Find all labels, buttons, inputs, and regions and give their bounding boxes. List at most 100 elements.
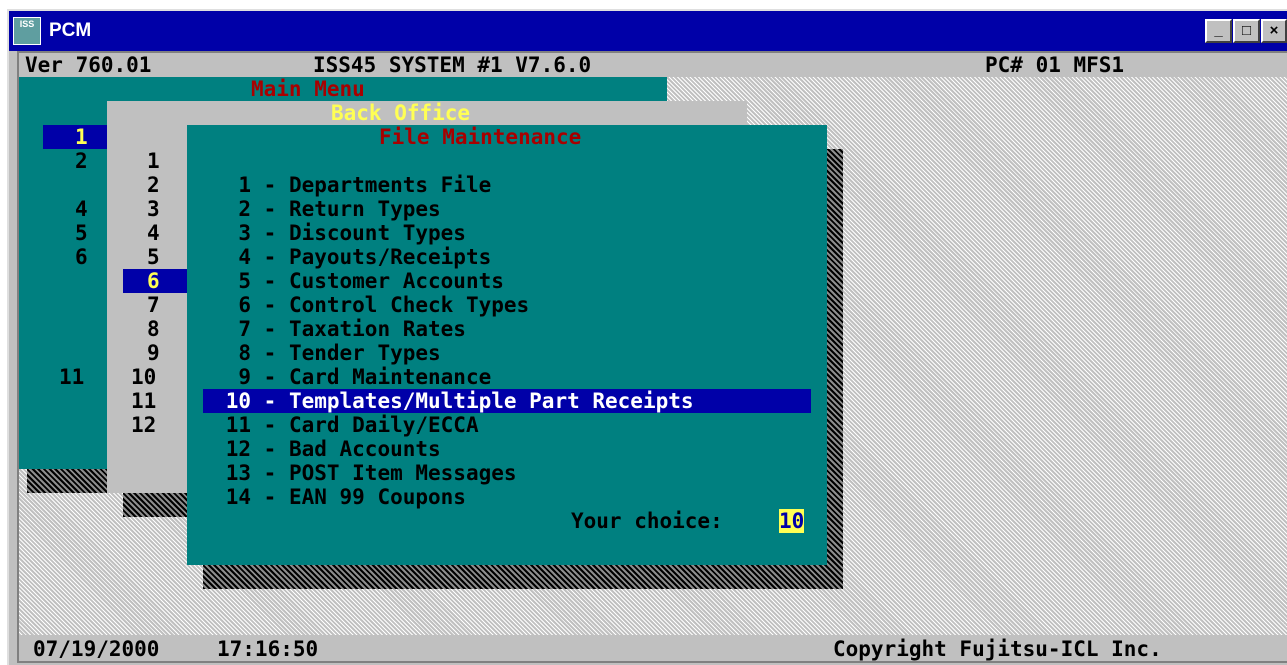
back-office-item-11[interactable]: 11 bbox=[131, 389, 156, 413]
main-menu-shadow bbox=[27, 469, 117, 493]
menu-item-number: 4 bbox=[238, 245, 251, 269]
file-maintenance-title: File Maintenance bbox=[379, 125, 582, 149]
file-maintenance-item[interactable]: 8 - Tender Types bbox=[203, 341, 441, 365]
title-bar[interactable]: ISS PCM _ □ × bbox=[9, 11, 1287, 51]
status-bar-bottom: 07/19/2000 17:16:50 Copyright Fujitsu-IC… bbox=[19, 635, 1287, 661]
version-text: Ver 760.01 bbox=[25, 53, 152, 77]
menu-item-number: 5 bbox=[238, 269, 251, 293]
menu-item-number: 8 bbox=[238, 341, 251, 365]
menu-item-number: 1 bbox=[238, 173, 251, 197]
menu-item-number: 2 bbox=[238, 197, 251, 221]
terminal-screen[interactable]: Ver 760.01 ISS45 SYSTEM #1 V7.6.0 PC# 01… bbox=[17, 51, 1287, 663]
window-title: PCM bbox=[49, 20, 92, 41]
menu-item-number: 13 bbox=[225, 461, 251, 485]
file-maintenance-item[interactable]: 13 - POST Item Messages bbox=[203, 461, 517, 485]
choice-input[interactable]: 10 bbox=[779, 509, 805, 533]
menu-item-separator: - bbox=[251, 317, 289, 341]
back-office-item-9[interactable]: 9 bbox=[147, 341, 160, 365]
date-text: 07/19/2000 bbox=[33, 637, 160, 661]
system-text: ISS45 SYSTEM #1 V7.6.0 bbox=[313, 53, 592, 77]
back-office-item-6[interactable]: 6 bbox=[123, 269, 187, 293]
minimize-button[interactable]: _ bbox=[1205, 19, 1232, 43]
menu-item-separator: - bbox=[251, 389, 289, 413]
menu-item-number: 12 bbox=[225, 437, 251, 461]
menu-item-separator: - bbox=[251, 365, 289, 389]
time-text: 17:16:50 bbox=[217, 637, 319, 661]
menu-item-label: Control Check Types bbox=[288, 293, 530, 317]
file-maintenance-item[interactable]: 4 - Payouts/Receipts bbox=[203, 245, 491, 269]
menu-item-separator: - bbox=[251, 269, 289, 293]
back-office-item-1[interactable]: 1 bbox=[147, 149, 160, 173]
pcm-app-icon[interactable]: ISS bbox=[13, 17, 41, 45]
menu-item-number: 3 bbox=[238, 221, 251, 245]
copyright-text: Copyright Fujitsu-ICL Inc. bbox=[833, 637, 1162, 661]
status-bar-top: Ver 760.01 ISS45 SYSTEM #1 V7.6.0 PC# 01… bbox=[19, 53, 1287, 77]
menu-item-separator: - bbox=[251, 293, 289, 317]
maximize-button[interactable]: □ bbox=[1233, 19, 1260, 43]
menu-item-number: 10 bbox=[225, 389, 251, 413]
menu-item-label: Card Daily/ECCA bbox=[288, 413, 479, 437]
menu-item-label: Bad Accounts bbox=[288, 437, 441, 461]
back-office-item-5[interactable]: 5 bbox=[147, 245, 160, 269]
menu-item-number: 11 bbox=[225, 413, 251, 437]
menu-item-separator: - bbox=[251, 461, 289, 485]
maximize-icon: □ bbox=[1241, 22, 1252, 39]
menu-item-separator: - bbox=[251, 413, 289, 437]
menu-item-label: Payouts/Receipts bbox=[288, 245, 492, 269]
menu-item-label: Card Maintenance bbox=[288, 365, 492, 389]
file-maintenance-item[interactable]: 11 - Card Daily/ECCA bbox=[203, 413, 479, 437]
back-office-item-3[interactable]: 3 bbox=[147, 197, 160, 221]
file-maintenance-item[interactable]: 7 - Taxation Rates bbox=[203, 317, 466, 341]
back-office-item-12[interactable]: 12 bbox=[131, 413, 156, 437]
file-maintenance-item[interactable]: 5 - Customer Accounts bbox=[203, 269, 504, 293]
minimize-icon: _ bbox=[1214, 22, 1223, 39]
main-menu-item-6[interactable]: 6 bbox=[75, 245, 88, 269]
menu-item-label: Return Types bbox=[288, 197, 441, 221]
file-maintenance-item[interactable]: 1 - Departments File bbox=[203, 173, 491, 197]
close-button[interactable]: × bbox=[1261, 19, 1287, 43]
file-maintenance-item[interactable]: 14 - EAN 99 Coupons bbox=[203, 485, 466, 509]
menu-item-separator: - bbox=[251, 485, 289, 509]
back-office-item-7[interactable]: 7 bbox=[147, 293, 160, 317]
menu-item-separator: - bbox=[251, 437, 289, 461]
back-office-item-2[interactable]: 2 bbox=[147, 173, 160, 197]
menu-item-label: POST Item Messages bbox=[288, 461, 517, 485]
main-menu-title: Main Menu bbox=[251, 77, 365, 101]
menu-item-number: 9 bbox=[238, 365, 251, 389]
menu-item-number: 6 bbox=[238, 293, 251, 317]
main-menu-item-11[interactable]: 11 bbox=[59, 365, 84, 389]
file-maintenance-item[interactable]: 3 - Discount Types bbox=[203, 221, 466, 245]
menu-item-separator: - bbox=[251, 221, 289, 245]
your-choice-label: Your choice: bbox=[571, 509, 723, 533]
close-icon: × bbox=[1269, 22, 1279, 39]
pc-text: PC# 01 MFS1 bbox=[985, 53, 1125, 77]
menu-item-label: Departments File bbox=[288, 173, 492, 197]
file-maintenance-item[interactable]: 10 - Templates/Multiple Part Receipts bbox=[203, 389, 811, 413]
back-office-item-4[interactable]: 4 bbox=[147, 221, 160, 245]
file-maintenance-item[interactable]: 2 - Return Types bbox=[203, 197, 441, 221]
menu-item-number: 7 bbox=[238, 317, 251, 341]
back-office-item-8[interactable]: 8 bbox=[147, 317, 160, 341]
menu-item-separator: - bbox=[251, 197, 289, 221]
menu-item-label: EAN 99 Coupons bbox=[288, 485, 466, 509]
menu-item-label: Taxation Rates bbox=[288, 317, 466, 341]
menu-item-label: Tender Types bbox=[288, 341, 441, 365]
file-maintenance-item[interactable]: 12 - Bad Accounts bbox=[203, 437, 441, 461]
menu-item-label: Templates/Multiple Part Receipts bbox=[288, 389, 694, 413]
main-menu-item-2[interactable]: 2 bbox=[75, 149, 88, 173]
back-office-item-10[interactable]: 10 bbox=[131, 365, 156, 389]
menu-item-number: 14 bbox=[225, 485, 251, 509]
menu-item-separator: - bbox=[251, 341, 289, 365]
pcm-window: ISS PCM _ □ × Ver 760.01 ISS45 SYSTEM #1… bbox=[7, 9, 1287, 665]
app-icon-label: ISS bbox=[19, 19, 35, 29]
file-maintenance-panel: File Maintenance 1 - Departments File 2 -… bbox=[187, 125, 827, 565]
menu-item-separator: - bbox=[251, 245, 289, 269]
menu-item-label: Discount Types bbox=[288, 221, 466, 245]
main-menu-item-1[interactable]: 1 bbox=[43, 125, 107, 149]
file-maintenance-item[interactable]: 9 - Card Maintenance bbox=[203, 365, 491, 389]
menu-item-label: Customer Accounts bbox=[288, 269, 504, 293]
file-maintenance-item[interactable]: 6 - Control Check Types bbox=[203, 293, 529, 317]
main-menu-item-5[interactable]: 5 bbox=[75, 221, 88, 245]
menu-item-separator: - bbox=[251, 173, 289, 197]
main-menu-item-4[interactable]: 4 bbox=[75, 197, 88, 221]
